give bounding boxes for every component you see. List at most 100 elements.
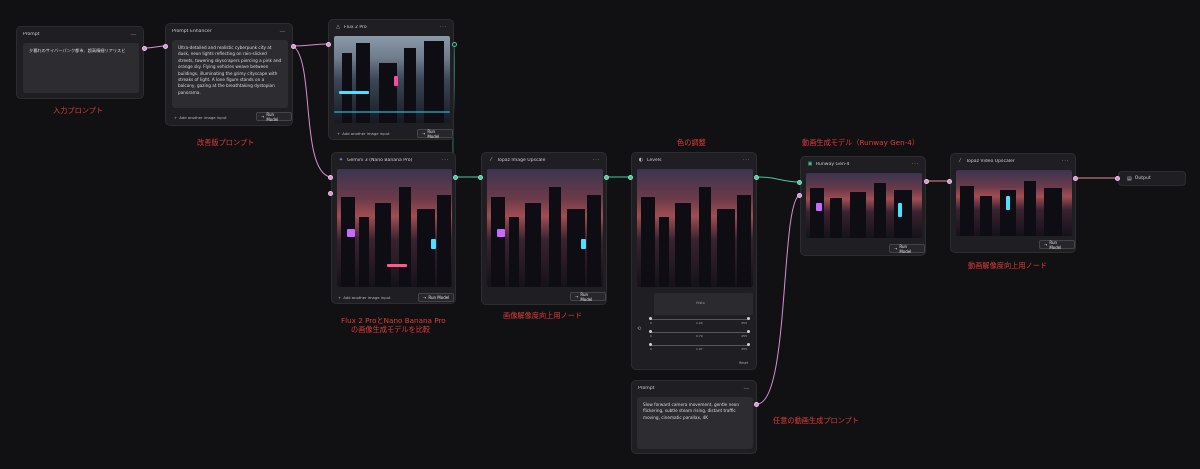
flux-logo-icon: △ bbox=[336, 24, 340, 30]
output-node[interactable]: ▤ Output bbox=[1118, 171, 1186, 186]
prompt-output-port[interactable] bbox=[142, 46, 147, 51]
enhancer-input-port[interactable] bbox=[163, 44, 168, 49]
annotation-compare-2: の画像生成モデルを比較 bbox=[351, 325, 431, 334]
topaz-image-node[interactable]: ⁄ Topaz Image Upscale ··· → Run Model bbox=[481, 152, 607, 305]
add-input-label: Add another image input bbox=[343, 295, 391, 300]
levels-slider-1[interactable]: 0 1.00 255 bbox=[646, 317, 753, 325]
topaz-image-input-port[interactable] bbox=[478, 175, 483, 180]
topaz-video-input-port[interactable] bbox=[947, 179, 952, 184]
arrow-icon: → bbox=[261, 114, 265, 119]
upscaled-image[interactable] bbox=[487, 169, 603, 287]
menu-icon[interactable]: ··· bbox=[442, 157, 449, 164]
node-title: Prompt bbox=[23, 31, 40, 37]
menu-icon[interactable]: — bbox=[744, 385, 751, 392]
topaz-image-output-port[interactable] bbox=[604, 175, 609, 180]
levels-output-port[interactable] bbox=[754, 175, 759, 180]
run-label: Run Model bbox=[899, 243, 912, 254]
node-title: Prompt Enhancer bbox=[172, 28, 212, 34]
runway-prompt-input-port[interactable] bbox=[797, 193, 802, 198]
node-title: Runway Gen-4 bbox=[816, 161, 850, 167]
levels-slider-3[interactable]: 0 1.07 255 bbox=[646, 343, 753, 351]
slider-min: 0 bbox=[650, 321, 652, 325]
slider-max: 255 bbox=[741, 334, 747, 338]
prompt-enhancer-node[interactable]: Prompt Enhancer — Ultra-detailed and real… bbox=[165, 23, 293, 126]
run-label: Run Model bbox=[1049, 239, 1062, 250]
annotation-image-upscale: 画像解像度向上用ノード bbox=[503, 311, 583, 320]
histogram-panel: Histo bbox=[654, 293, 753, 315]
slider-mid: 0.70 bbox=[696, 334, 703, 338]
prompt-node[interactable]: Prompt — 夕暮れのサイバーパンク都市、超高精細リアリスビ bbox=[16, 26, 144, 99]
annotation-video-prompt: 任意の動画生成プロンプト bbox=[773, 416, 860, 425]
slider-mid: 1.07 bbox=[696, 347, 703, 351]
add-image-input-link[interactable]: + Add another image input bbox=[337, 131, 390, 136]
menu-icon[interactable]: ··· bbox=[912, 161, 919, 168]
add-image-input-link[interactable]: + Add another image input bbox=[174, 115, 227, 120]
run-model-button[interactable]: → Run Model bbox=[570, 291, 606, 302]
slider-max: 255 bbox=[741, 347, 747, 351]
wand-icon: ⁄ bbox=[959, 158, 961, 164]
gemini-node[interactable]: ✦ Gemini 3 (Nano Banana Pro) ··· + Add anot… bbox=[331, 152, 456, 304]
flux-result-image[interactable] bbox=[334, 36, 450, 123]
levels-node[interactable]: ◐ Levels ··· Histo ⟲ 0 1.00 255 0 0.70 255… bbox=[631, 152, 757, 370]
gemini-output-port[interactable] bbox=[453, 175, 458, 180]
gemini-input-port[interactable] bbox=[328, 175, 333, 180]
enhanced-prompt-text[interactable]: Ultra-detailed and realistic cyberpunk c… bbox=[172, 40, 288, 108]
menu-icon[interactable]: ··· bbox=[440, 24, 447, 31]
node-title: Topaz Video Upscaler bbox=[966, 158, 1015, 164]
node-title: Levels bbox=[647, 157, 662, 163]
flux-node[interactable]: △ Flux 2 Pro ··· + Add another image input … bbox=[328, 19, 454, 140]
enhancer-output-port[interactable] bbox=[291, 44, 296, 49]
add-input-label: Add another image input bbox=[342, 131, 390, 136]
run-label: Run Model bbox=[427, 128, 440, 139]
video-prompt-output-port[interactable] bbox=[754, 402, 759, 407]
annotation-improved-prompt: 改善版プロンプト bbox=[197, 138, 255, 147]
add-image-input-link[interactable]: + Add another image input bbox=[338, 295, 391, 300]
run-model-button[interactable]: → Run Model bbox=[889, 243, 925, 254]
runway-image-input-port[interactable] bbox=[797, 180, 802, 185]
arrow-icon: → bbox=[423, 295, 427, 300]
menu-icon[interactable]: ··· bbox=[593, 157, 600, 164]
run-model-button[interactable]: → Run Model bbox=[1039, 239, 1075, 250]
annotation-input-prompt: 入力プロンプト bbox=[53, 106, 104, 115]
gemini-input-port-2[interactable] bbox=[328, 191, 333, 196]
prompt-textarea[interactable]: 夕暮れのサイバーパンク都市、超高精細リアリスビ bbox=[23, 43, 139, 93]
flux-input-port[interactable] bbox=[326, 42, 331, 47]
run-model-button[interactable]: → Run Model bbox=[256, 111, 292, 122]
upscaled-video-preview[interactable] bbox=[956, 170, 1072, 236]
slider-min: 0 bbox=[650, 347, 652, 351]
levels-preview-image[interactable] bbox=[637, 169, 753, 287]
reset-label[interactable]: Reset bbox=[739, 361, 748, 365]
run-model-button[interactable]: → Run Model bbox=[418, 293, 455, 302]
runway-logo-icon: ▣ bbox=[807, 161, 813, 167]
topaz-video-output-port[interactable] bbox=[1073, 176, 1078, 181]
arrow-icon: → bbox=[1044, 242, 1048, 247]
reset-icon[interactable]: ⟲ bbox=[637, 326, 641, 332]
annotation-video-model: 動画生成モデル（Runway Gen-4） bbox=[802, 138, 920, 147]
menu-icon[interactable]: — bbox=[131, 31, 138, 38]
topaz-video-node[interactable]: ⁄ Topaz Video Upscaler ··· → Run Model bbox=[950, 153, 1076, 253]
run-label: Run Model bbox=[580, 291, 593, 302]
video-prompt-textarea[interactable]: Slow forward camera movement, gentle neo… bbox=[637, 397, 753, 449]
slider-mid: 1.00 bbox=[696, 321, 703, 325]
run-label: Run Model bbox=[428, 295, 450, 300]
runway-node[interactable]: ▣ Runway Gen-4 ··· → Run Model bbox=[800, 156, 926, 256]
levels-input-port[interactable] bbox=[628, 175, 633, 180]
video-preview[interactable] bbox=[806, 173, 922, 238]
menu-icon[interactable]: — bbox=[280, 28, 287, 35]
video-prompt-node[interactable]: Prompt — Slow forward camera movement, ge… bbox=[631, 380, 757, 454]
gemini-logo-icon: ✦ bbox=[338, 157, 344, 163]
node-title: Topaz Image Upscale bbox=[497, 157, 546, 163]
wire-levels-runway bbox=[756, 176, 801, 183]
run-label: Run Model bbox=[266, 111, 279, 122]
output-input-port[interactable] bbox=[1115, 176, 1120, 181]
menu-icon[interactable]: ··· bbox=[743, 157, 750, 164]
runway-output-port[interactable] bbox=[924, 179, 929, 184]
flux-output-port[interactable] bbox=[452, 42, 457, 47]
levels-slider-2[interactable]: 0 0.70 255 bbox=[646, 330, 753, 338]
gemini-result-image[interactable] bbox=[337, 169, 452, 287]
run-model-button[interactable]: → Run Model bbox=[417, 128, 453, 139]
plus-icon: + bbox=[174, 115, 178, 120]
menu-icon[interactable]: ··· bbox=[1062, 158, 1069, 165]
wand-icon: ⁄ bbox=[490, 157, 492, 163]
plus-icon: + bbox=[337, 131, 341, 136]
